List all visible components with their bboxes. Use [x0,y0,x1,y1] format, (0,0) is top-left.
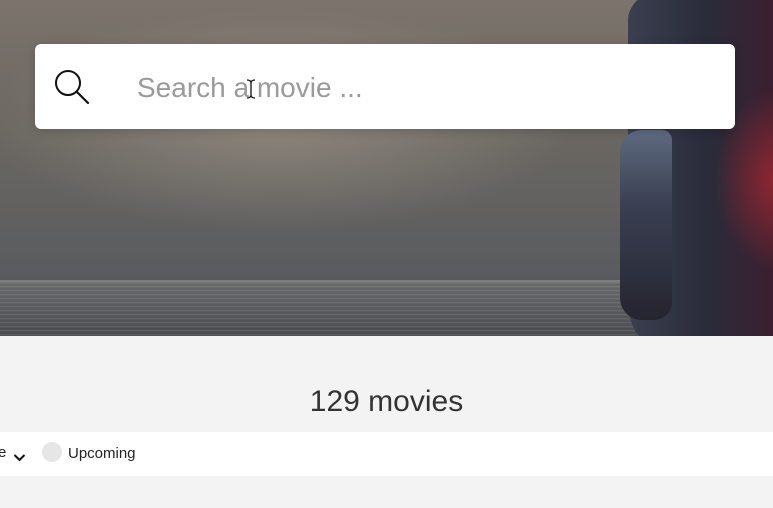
upcoming-toggle[interactable] [42,442,62,462]
search-input[interactable] [135,64,719,112]
hero-figure-arm [620,130,672,320]
filter-dropdown-label[interactable]: e [0,444,6,461]
filter-bar: e Upcoming [0,432,773,476]
text-cursor-icon [245,79,257,99]
chevron-down-icon[interactable] [13,448,26,462]
search-box[interactable] [35,44,735,129]
movie-count: 129 movies [309,385,464,418]
search-icon [53,68,91,106]
upcoming-label[interactable]: Upcoming [68,445,136,462]
